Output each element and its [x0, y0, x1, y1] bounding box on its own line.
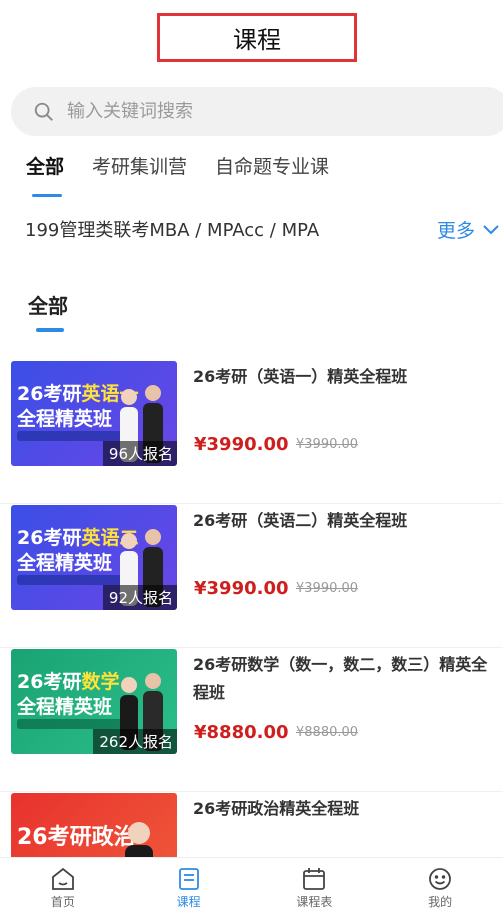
course-item[interactable]: 26考研英语一 全程精英班 96人报名 26考研（英语一）精英全程班 ¥3990… [0, 360, 503, 504]
course-title[interactable]: 26考研（英语二）精英全程班 [193, 507, 498, 535]
enrolled-count: 96人报名 [102, 441, 177, 466]
course-item[interactable]: 26考研数学 全程精英班 262人报名 26考研数学（数一，数二，数三）精英全程… [0, 648, 503, 792]
course-price: ¥3990.00 [194, 434, 289, 455]
course-title[interactable]: 26考研政治精英全程班 [193, 795, 498, 823]
enrolled-count: 92人报名 [102, 585, 177, 610]
course-item[interactable]: 26考研英语二 全程精英班 92人报名 26考研（英语二）精英全程班 ¥3990… [0, 504, 503, 648]
page-title: 课程 [233, 26, 281, 54]
course-title[interactable]: 26考研（英语一）精英全程班 [193, 363, 498, 391]
more-button[interactable]: 更多 [437, 216, 501, 243]
course-list: 26考研英语一 全程精英班 96人报名 26考研（英语一）精英全程班 ¥3990… [0, 360, 503, 910]
section-underline [36, 328, 64, 332]
smile-icon [429, 868, 452, 890]
course-price: ¥8880.00 [194, 722, 289, 743]
course-icon [178, 868, 199, 890]
more-label: 更多 [436, 220, 475, 242]
course-price: ¥3990.00 [194, 578, 289, 599]
home-icon [51, 867, 74, 890]
section-title: 全部 [28, 294, 68, 318]
course-thumbnail: 26考研英语一 全程精英班 96人报名 [11, 361, 177, 466]
tab-major-courses[interactable]: 自命题专业课 [215, 152, 329, 197]
enrolled-count: 262人报名 [93, 729, 177, 754]
course-thumbnail: 26考研数学 全程精英班 262人报名 [11, 649, 177, 754]
course-title[interactable]: 26考研数学（数一，数二，数三）精英全程班 [193, 651, 498, 707]
course-old-price: ¥3990.00 [296, 581, 359, 596]
tabbar-profile[interactable]: 我的 [377, 858, 503, 910]
search-input[interactable] [67, 101, 447, 122]
bottom-tabbar: 首页 课程 课程表 我的 [0, 857, 503, 910]
tab-all[interactable]: 全部 [26, 152, 64, 197]
category-row: 199管理类联考MBA / MPAcc / MPA 更多 [25, 216, 503, 244]
page-title-box: 课程 [157, 13, 357, 62]
course-old-price: ¥8880.00 [296, 725, 359, 740]
course-old-price: ¥3990.00 [296, 437, 359, 452]
course-thumbnail: 26考研英语二 全程精英班 92人报名 [11, 505, 177, 610]
chevron-down-icon [483, 224, 499, 234]
tabbar-home[interactable]: 首页 [0, 858, 126, 910]
category-label[interactable]: 199管理类联考MBA / MPAcc / MPA [25, 220, 319, 241]
filter-tabs: 全部 考研集训营 自命题专业课 [26, 152, 329, 197]
search-bar[interactable] [11, 87, 503, 136]
search-icon [34, 102, 53, 121]
tabbar-schedule[interactable]: 课程表 [252, 858, 378, 910]
calendar-icon [303, 868, 326, 890]
tab-bootcamp[interactable]: 考研集训营 [92, 152, 187, 197]
tabbar-course[interactable]: 课程 [126, 858, 252, 910]
